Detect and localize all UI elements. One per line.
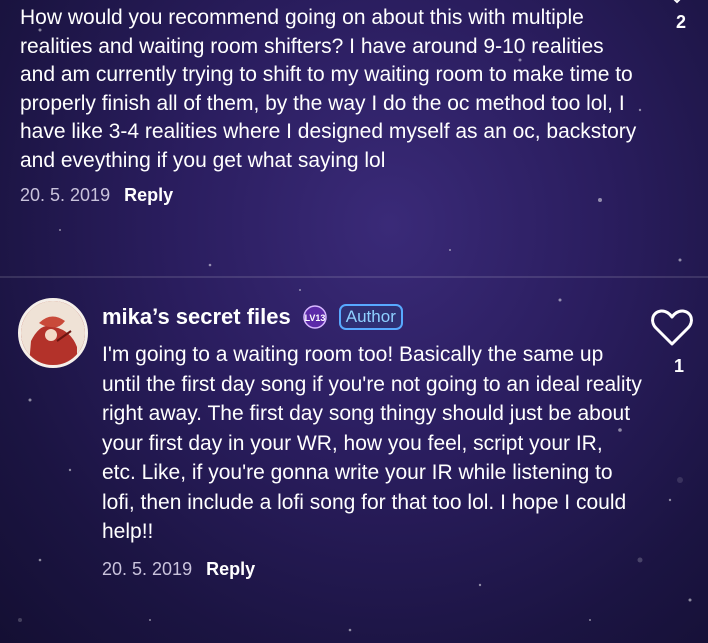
- author-badge: Author: [338, 304, 403, 330]
- comment: How would you recommend going on about t…: [20, 4, 640, 206]
- comment-text: I'm going to a waiting room too! Basical…: [102, 343, 642, 543]
- level-badge-icon: LV13: [303, 305, 327, 329]
- username[interactable]: mika’s secret files: [102, 304, 291, 330]
- like-count: 2: [675, 12, 686, 32]
- comment-meta: 20. 5. 2019 Reply: [20, 185, 640, 206]
- reply-button[interactable]: Reply: [124, 185, 173, 206]
- comment-meta: 20. 5. 2019 Reply: [102, 559, 642, 580]
- like-count: 1: [673, 356, 684, 376]
- comment: mika’s secret files LV13 Author I'm goin…: [102, 304, 642, 580]
- avatar[interactable]: [18, 298, 88, 368]
- comment-date: 20. 5. 2019: [102, 558, 193, 579]
- chevron-down-icon[interactable]: [670, 0, 684, 8]
- reply-button[interactable]: Reply: [206, 559, 255, 580]
- comment-date: 20. 5. 2019: [20, 185, 111, 205]
- comment-header: mika’s secret files LV13 Author: [102, 304, 642, 330]
- heart-icon[interactable]: [650, 306, 694, 348]
- comment-text: How would you recommend going on about t…: [20, 6, 637, 172]
- divider: [0, 276, 708, 278]
- level-text: LV13: [304, 313, 325, 323]
